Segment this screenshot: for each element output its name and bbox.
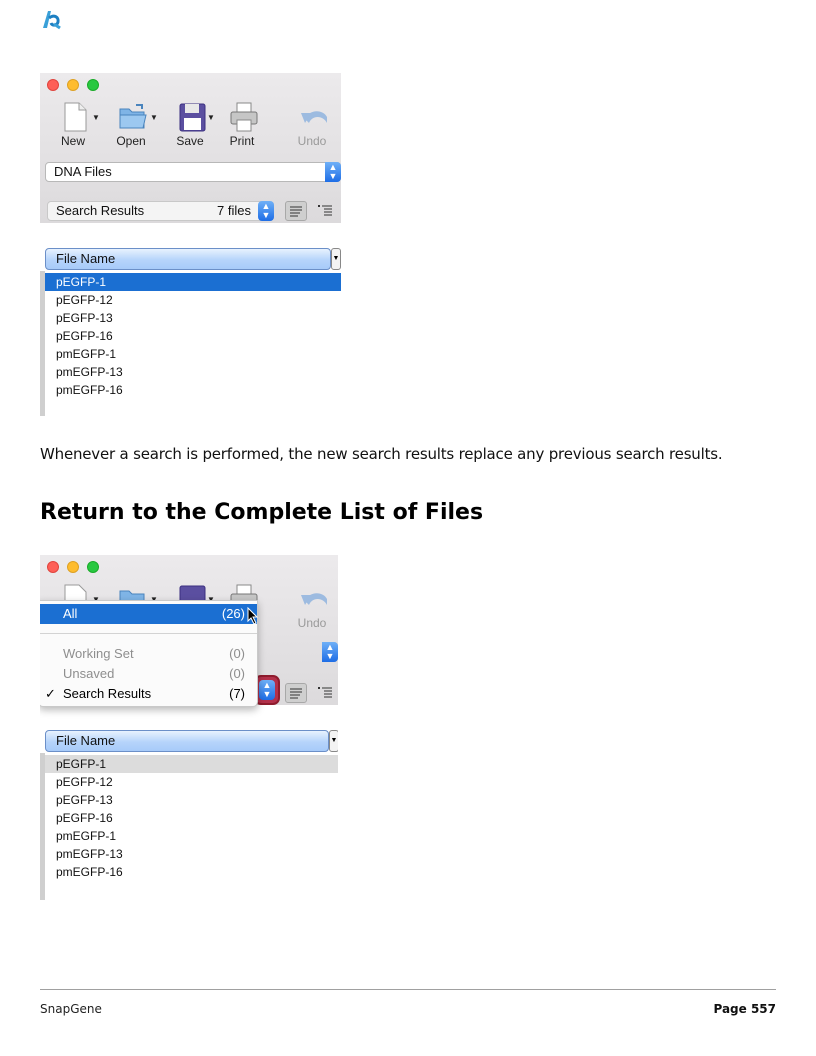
- collection-value: DNA Files: [54, 164, 112, 179]
- column-menu-button[interactable]: ▼: [331, 248, 341, 270]
- print-label: Print: [229, 134, 255, 148]
- file-list: pEGFP-1 pEGFP-12 pEGFP-13 pEGFP-16 pmEGFP-1 p…: [45, 755, 338, 881]
- file-list-item[interactable]: pEGFP-16: [45, 809, 338, 827]
- file-list-item[interactable]: pEGFP-1: [45, 273, 341, 291]
- menu-item-label: Working Set: [63, 646, 134, 661]
- save-button[interactable]: ▼ Save: [165, 101, 215, 149]
- zoom-window-button[interactable]: [87, 79, 99, 91]
- menu-item-count: (7): [229, 686, 245, 701]
- file-list-item[interactable]: pmEGFP-13: [45, 363, 341, 381]
- menu-item-label: Unsaved: [63, 666, 115, 681]
- snapgene-window-screenshot-1: ▼ New ▼ Open ▼ Save Print Undo DNA Files…: [40, 73, 341, 416]
- list-view-button[interactable]: [285, 201, 307, 221]
- file-set-popup[interactable]: Search Results 7 files ▲ ▼: [47, 201, 274, 221]
- file-set-menu: All (26) Working Set (0) Unsaved (0) ✓ S…: [40, 600, 259, 707]
- new-dropdown-icon[interactable]: ▼: [92, 113, 100, 122]
- file-name-column-header[interactable]: File Name: [45, 248, 331, 270]
- file-list-item[interactable]: pEGFP-13: [45, 791, 338, 809]
- open-button[interactable]: ▼ Open: [106, 101, 158, 149]
- undo-button[interactable]: Undo: [287, 101, 337, 149]
- file-list-item[interactable]: pEGFP-13: [45, 309, 341, 327]
- snapgene-logo-icon: [43, 11, 61, 30]
- menu-item-label: Search Results: [63, 686, 152, 701]
- menu-item-unsaved[interactable]: Unsaved (0): [40, 664, 257, 684]
- column-menu-button[interactable]: ▼: [329, 730, 338, 752]
- file-list-item[interactable]: pEGFP-12: [45, 291, 341, 309]
- undo-label: Undo: [297, 616, 327, 630]
- close-window-button[interactable]: [47, 79, 59, 91]
- menu-item-count: (0): [229, 646, 245, 661]
- floppy-disk-icon: [179, 103, 206, 132]
- menu-item-working-set[interactable]: Working Set (0): [40, 644, 257, 664]
- list-view-icon: [290, 688, 302, 699]
- file-list-item[interactable]: pEGFP-1: [45, 755, 338, 773]
- open-label: Open: [116, 134, 146, 148]
- snapgene-window-screenshot-2: ▼ ▼ ▼ Undo ▲▼ ▲▼: [40, 555, 338, 900]
- open-dropdown-icon[interactable]: ▼: [150, 113, 158, 122]
- file-name-column-header[interactable]: File Name: [45, 730, 329, 752]
- menu-item-count: (26): [221, 606, 245, 621]
- mouse-pointer-icon: [247, 607, 259, 625]
- file-set-value: Search Results: [56, 203, 145, 218]
- zoom-window-button[interactable]: [87, 561, 99, 573]
- list-view-button[interactable]: [285, 683, 307, 703]
- checkmark-icon: ✓: [45, 686, 56, 701]
- undo-label: Undo: [297, 134, 327, 148]
- body-paragraph: Whenever a search is performed, the new …: [40, 445, 723, 463]
- file-count: 7 files: [217, 203, 251, 218]
- menu-item-count: (0): [229, 666, 245, 681]
- file-list-item[interactable]: pEGFP-16: [45, 327, 341, 345]
- new-label: New: [60, 134, 85, 148]
- file-list-item[interactable]: pmEGFP-16: [45, 381, 341, 399]
- stepper-icon: ▲ ▼: [325, 162, 341, 182]
- undo-button[interactable]: Undo: [287, 583, 337, 631]
- footer-product: SnapGene: [40, 1002, 102, 1016]
- folder-icon: [119, 104, 147, 129]
- file-list-item[interactable]: pmEGFP-16: [45, 863, 338, 881]
- minimize-window-button[interactable]: [67, 79, 79, 91]
- menu-item-search-results[interactable]: ✓ Search Results (7): [40, 684, 257, 704]
- minimize-window-button[interactable]: [67, 561, 79, 573]
- page-number: Page 557: [713, 1002, 776, 1016]
- stepper-icon: ▲ ▼: [322, 642, 338, 662]
- tree-view-button[interactable]: [315, 683, 337, 703]
- file-list: pEGFP-1 pEGFP-12 pEGFP-13 pEGFP-16 pmEGFP-1 p…: [45, 273, 341, 399]
- stepper-icon[interactable]: ▲ ▼: [258, 201, 274, 221]
- collection-popup[interactable]: DNA Files ▲ ▼: [45, 162, 341, 182]
- menu-item-all[interactable]: All (26): [40, 604, 257, 624]
- tree-view-icon: [318, 205, 332, 216]
- menu-item-label: All: [63, 606, 78, 621]
- list-view-icon: [290, 206, 302, 217]
- footer-rule: [40, 989, 776, 990]
- print-button[interactable]: Print: [217, 101, 267, 149]
- section-heading: Return to the Complete List of Files: [40, 500, 484, 525]
- new-document-icon: [64, 102, 87, 132]
- undo-arrow-icon: [301, 593, 327, 605]
- file-list-item[interactable]: pmEGFP-13: [45, 845, 338, 863]
- tree-view-button[interactable]: [315, 201, 337, 221]
- printer-icon: [230, 102, 258, 132]
- menu-separator: [40, 633, 257, 634]
- file-list-item[interactable]: pmEGFP-1: [45, 345, 341, 363]
- undo-arrow-icon: [301, 111, 327, 123]
- close-window-button[interactable]: [47, 561, 59, 573]
- file-list-item[interactable]: pEGFP-12: [45, 773, 338, 791]
- file-list-item[interactable]: pmEGFP-1: [45, 827, 338, 845]
- collection-popup[interactable]: ▲ ▼: [322, 642, 338, 662]
- new-button[interactable]: ▼ New: [48, 101, 100, 149]
- save-dropdown-icon[interactable]: ▼: [207, 113, 215, 122]
- save-label: Save: [176, 134, 204, 148]
- tree-view-icon: [318, 687, 332, 698]
- stepper-icon[interactable]: ▲ ▼: [259, 680, 275, 700]
